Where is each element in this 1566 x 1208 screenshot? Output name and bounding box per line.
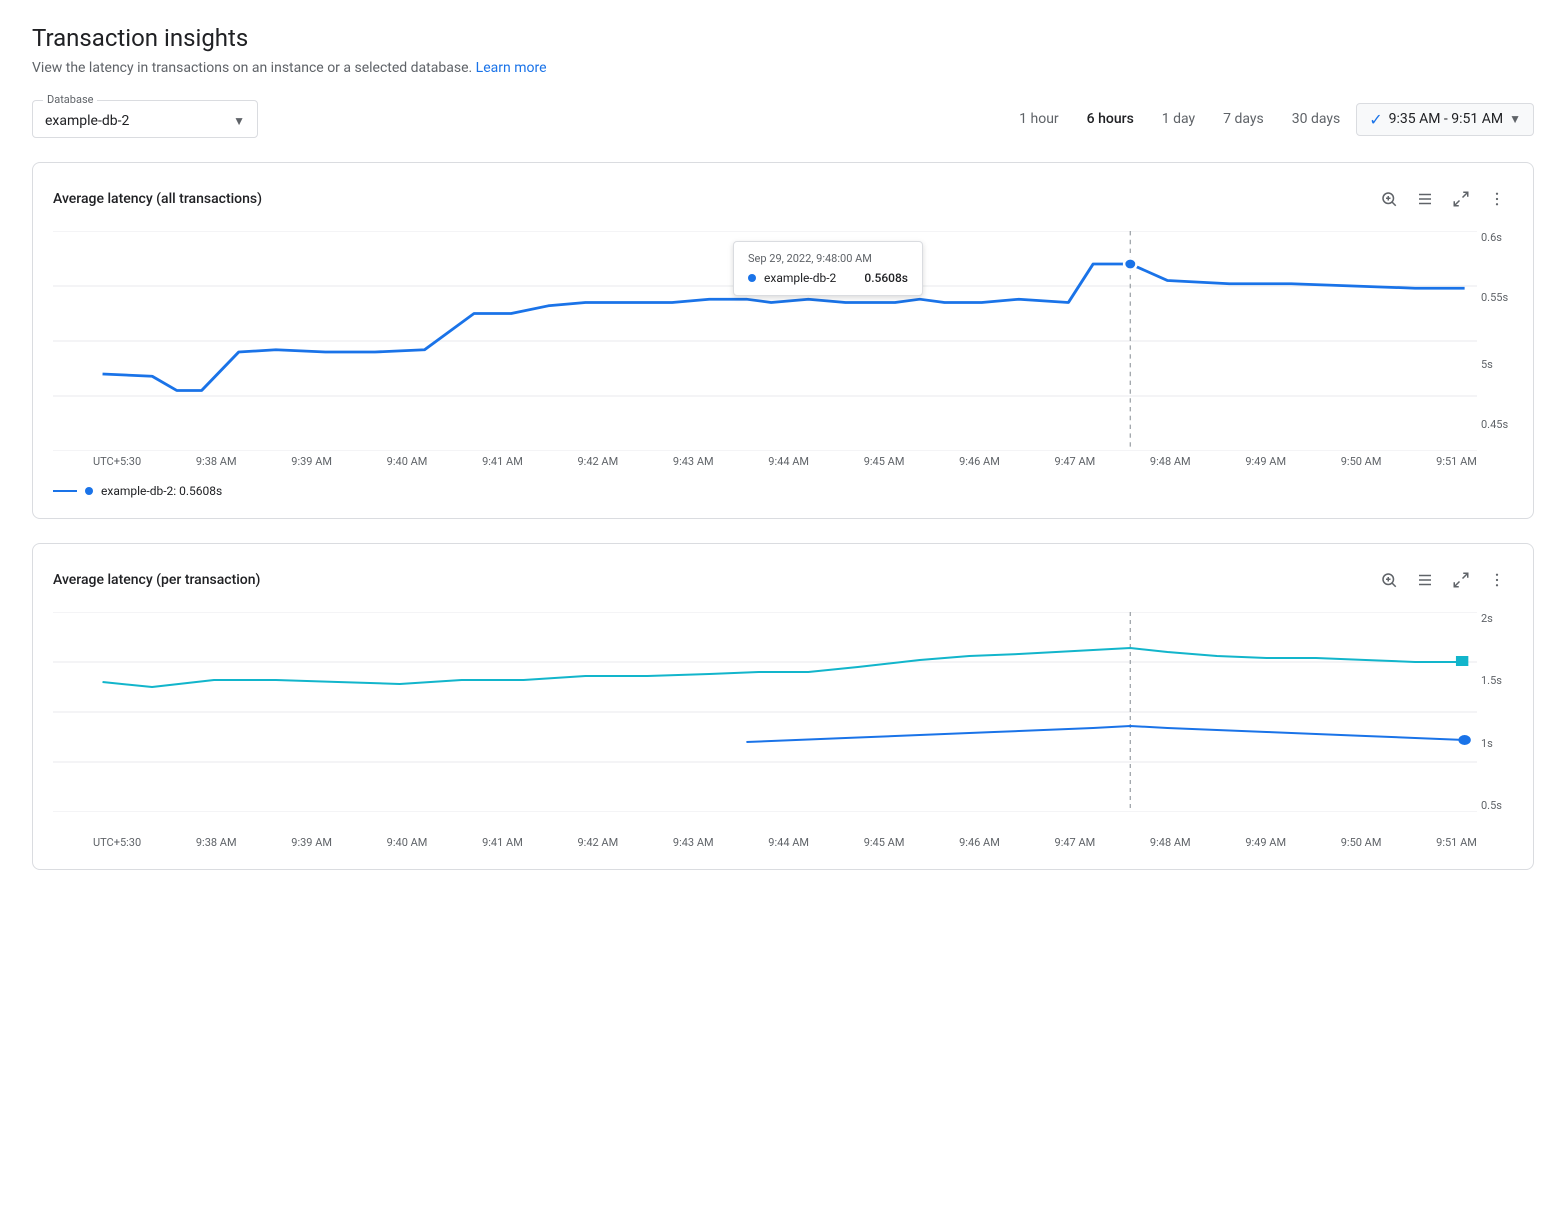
time-btn-1hour[interactable]: 1 hour xyxy=(1007,105,1071,133)
tooltip-date: Sep 29, 2022, 9:48:00 AM xyxy=(748,252,908,265)
chart1-card: Average latency (all transactions) xyxy=(32,162,1534,519)
database-selected-value: example-db-2 xyxy=(45,113,129,129)
legend-dot-indicator xyxy=(85,487,93,495)
chart1-main: Sep 29, 2022, 9:48:00 AM example-db-2 0.… xyxy=(53,231,1477,468)
chart1-wrapper: Sep 29, 2022, 9:48:00 AM example-db-2 0.… xyxy=(53,231,1513,468)
chart2-more-options-button[interactable] xyxy=(1481,564,1513,596)
legend-icon-2 xyxy=(1416,571,1434,589)
fullscreen-icon-2 xyxy=(1452,571,1470,589)
dropdown-arrow-icon: ▼ xyxy=(233,114,245,128)
more-icon xyxy=(1488,190,1506,208)
chart2-fullscreen-button[interactable] xyxy=(1445,564,1477,596)
chart2-legend-button[interactable] xyxy=(1409,564,1441,596)
time-btn-1day[interactable]: 1 day xyxy=(1150,105,1207,133)
time-controls: 1 hour 6 hours 1 day 7 days 30 days ✓ 9:… xyxy=(1007,103,1534,136)
chart1-area: Sep 29, 2022, 9:48:00 AM example-db-2 0.… xyxy=(53,231,1477,451)
time-btn-30days[interactable]: 30 days xyxy=(1280,105,1352,133)
chart1-actions xyxy=(1373,183,1513,215)
chart1-legend: example-db-2: 0.5608s xyxy=(53,476,1513,498)
page-title: Transaction insights xyxy=(32,24,1534,52)
chart1-title: Average latency (all transactions) xyxy=(53,191,262,207)
database-selector[interactable]: Database example-db-2 ▼ xyxy=(32,100,258,138)
tooltip-row: example-db-2 0.5608s xyxy=(748,271,908,285)
more-icon-2 xyxy=(1488,571,1506,589)
time-range-value: 9:35 AM - 9:51 AM xyxy=(1389,111,1503,127)
database-label: Database xyxy=(43,93,97,106)
chart1-x-axis: UTC+5:30 9:38 AM 9:39 AM 9:40 AM 9:41 AM… xyxy=(53,451,1477,468)
time-range-button[interactable]: ✓ 9:35 AM - 9:51 AM ▼ xyxy=(1356,103,1534,136)
chart2-actions xyxy=(1373,564,1513,596)
time-range-dropdown-icon: ▼ xyxy=(1509,112,1521,126)
time-btn-6hours[interactable]: 6 hours xyxy=(1075,105,1146,133)
zoom-in-icon-2 xyxy=(1380,571,1398,589)
chart1-header: Average latency (all transactions) xyxy=(53,183,1513,215)
fullscreen-icon xyxy=(1452,190,1470,208)
chart2-area xyxy=(53,612,1477,832)
chart2-x-axis: UTC+5:30 9:38 AM 9:39 AM 9:40 AM 9:41 AM… xyxy=(53,832,1477,849)
controls-row: Database example-db-2 ▼ 1 hour 6 hours 1… xyxy=(32,100,1534,138)
chart2-wrapper: UTC+5:30 9:38 AM 9:39 AM 9:40 AM 9:41 AM… xyxy=(53,612,1513,849)
chart1-legend-label: example-db-2: 0.5608s xyxy=(101,484,222,498)
zoom-in-icon xyxy=(1380,190,1398,208)
page-subtitle: View the latency in transactions on an i… xyxy=(32,60,1534,76)
chart1-tooltip: Sep 29, 2022, 9:48:00 AM example-db-2 0.… xyxy=(733,241,923,296)
time-btn-7days[interactable]: 7 days xyxy=(1211,105,1276,133)
fullscreen-button[interactable] xyxy=(1445,183,1477,215)
chart1-y-axis: 0.6s 0.55s 5s 0.45s xyxy=(1477,231,1513,431)
legend-button[interactable] xyxy=(1409,183,1441,215)
chart2-zoom-in-button[interactable] xyxy=(1373,564,1405,596)
chart2-main: UTC+5:30 9:38 AM 9:39 AM 9:40 AM 9:41 AM… xyxy=(53,612,1477,849)
tooltip-db-dot xyxy=(748,274,756,282)
zoom-in-button[interactable] xyxy=(1373,183,1405,215)
chart2-card: Average latency (per transaction) xyxy=(32,543,1534,870)
learn-more-link[interactable]: Learn more xyxy=(476,60,547,76)
chart2-title: Average latency (per transaction) xyxy=(53,572,260,588)
chart2-y-axis: 2s 1.5s 1s 0.5s xyxy=(1477,612,1513,812)
tooltip-db-name: example-db-2 xyxy=(764,271,856,285)
chart2-header: Average latency (per transaction) xyxy=(53,564,1513,596)
more-options-button[interactable] xyxy=(1481,183,1513,215)
legend-line-indicator xyxy=(53,490,77,492)
database-dropdown[interactable]: example-db-2 ▼ xyxy=(45,109,245,129)
chart2-svg xyxy=(53,612,1477,812)
tooltip-value: 0.5608s xyxy=(864,271,908,285)
check-icon: ✓ xyxy=(1369,110,1382,129)
legend-icon xyxy=(1416,190,1434,208)
